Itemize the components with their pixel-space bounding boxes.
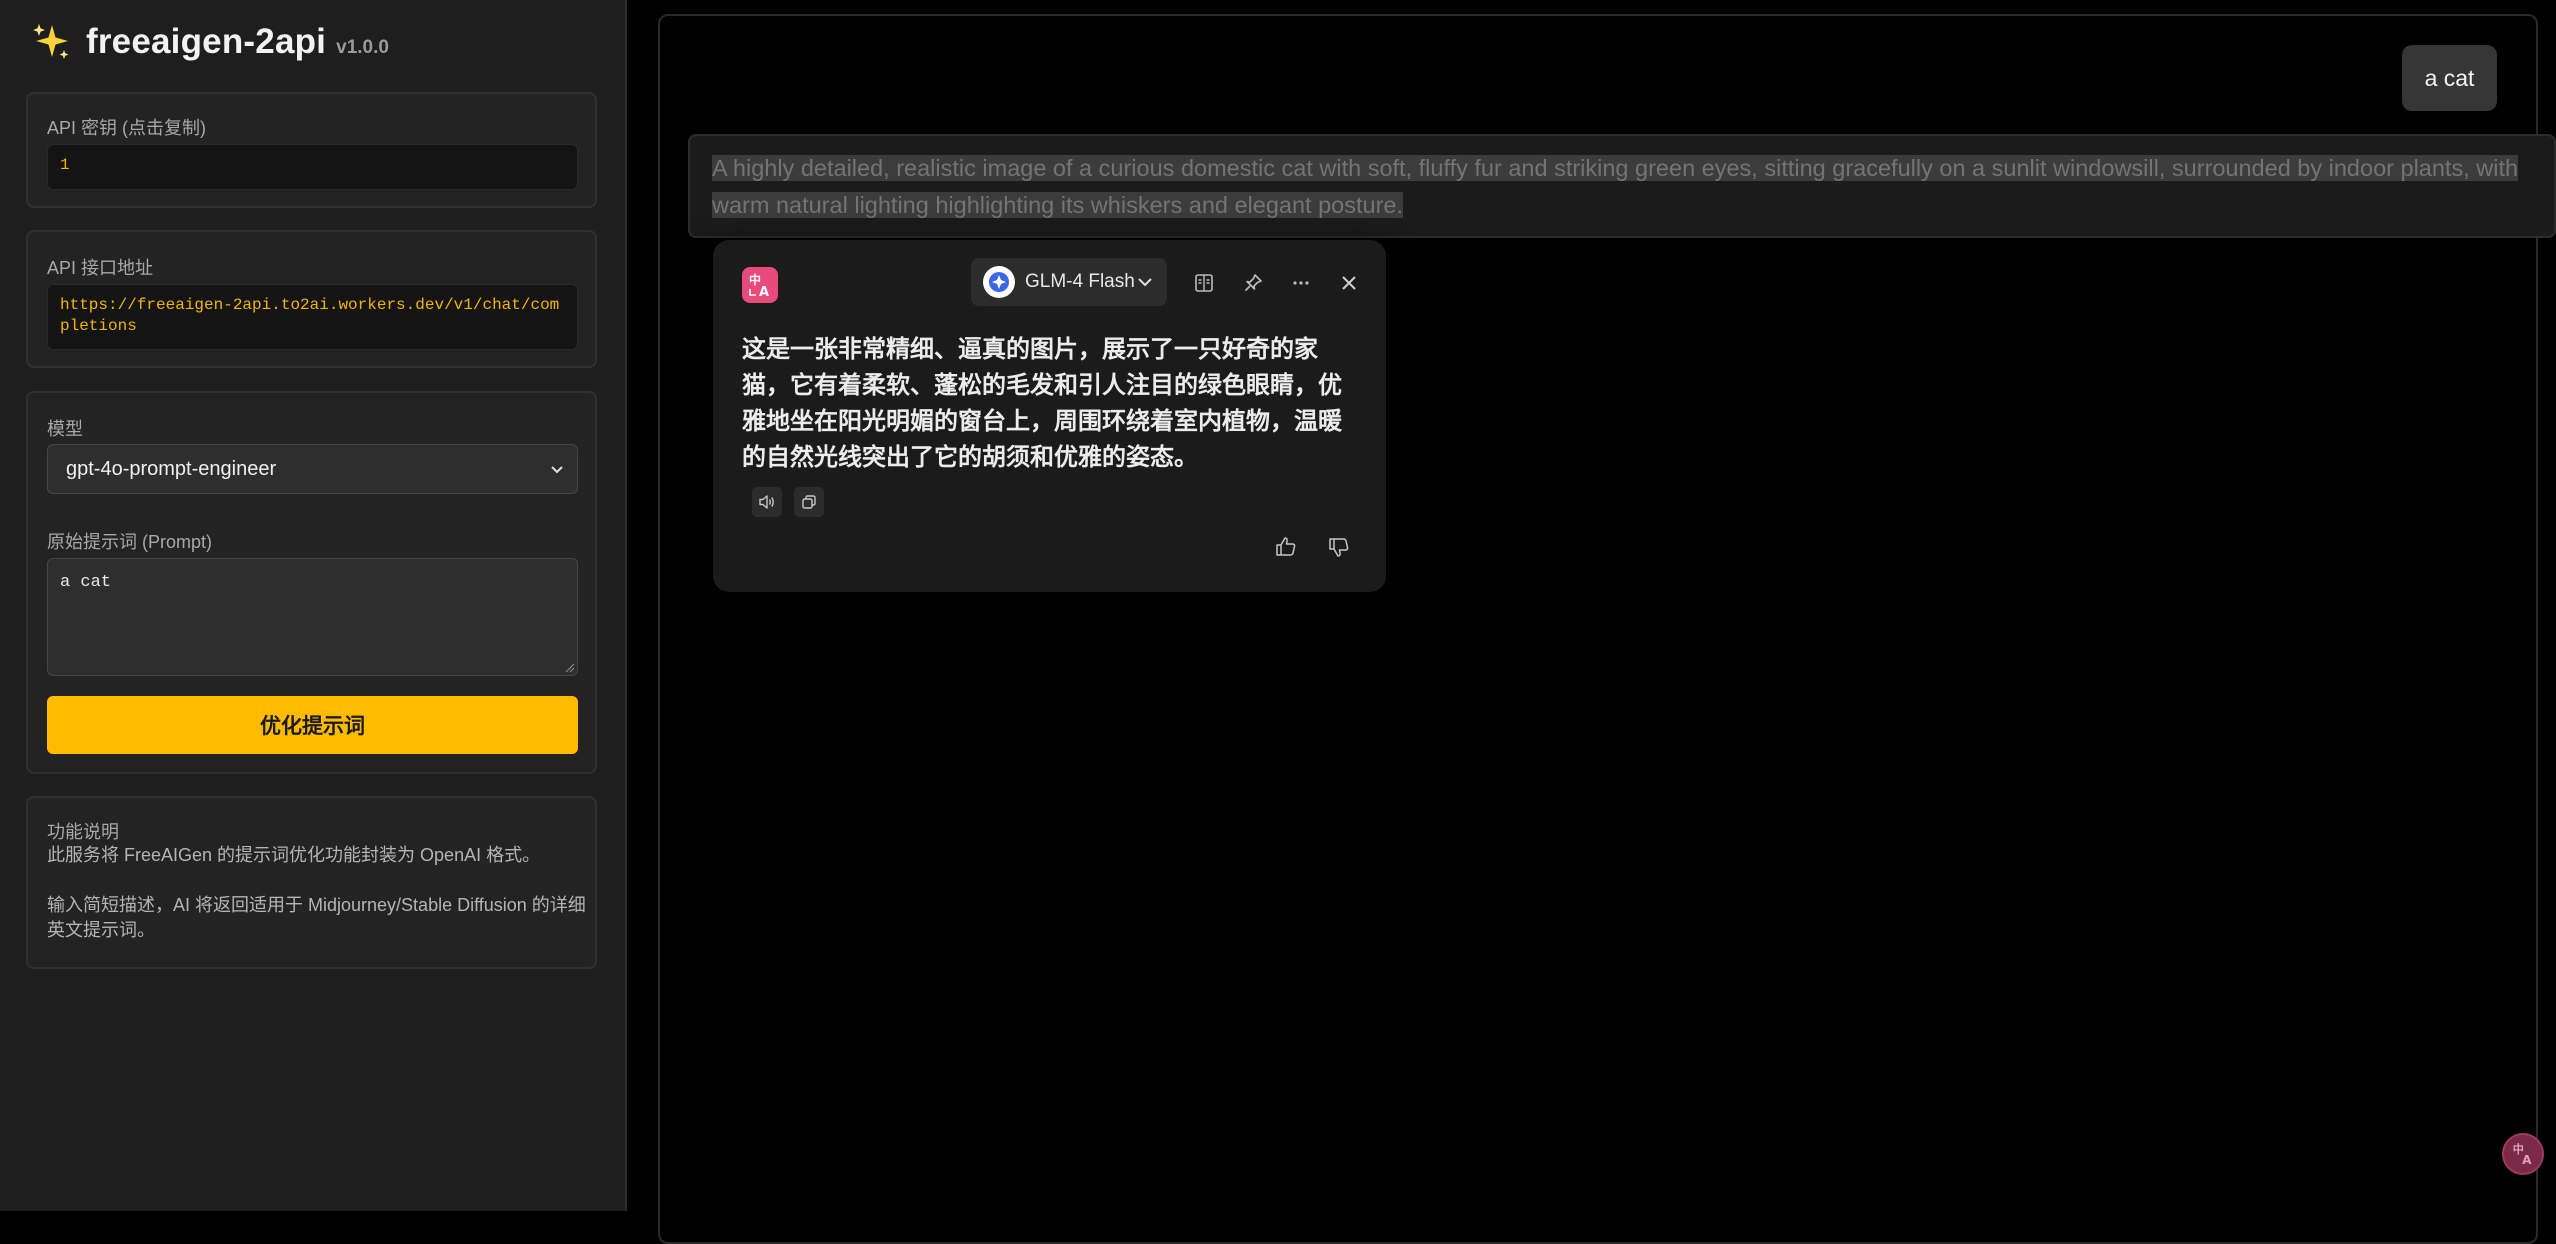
translate-icon: 中 A: [2513, 1142, 2532, 1167]
brand: freeaigen-2api v1.0.0: [30, 18, 389, 66]
model-select-value: gpt-4o-prompt-engineer: [66, 457, 277, 480]
prompt-textarea[interactable]: a cat: [47, 558, 578, 676]
generate-card: 模型 gpt-4o-prompt-engineer 原始提示词 (Prompt)…: [26, 391, 597, 774]
app-title: freeaigen-2api: [86, 22, 327, 61]
svg-text:A: A: [759, 285, 769, 299]
user-message-text: a cat: [2424, 64, 2475, 91]
chevron-down-icon: [1138, 278, 1152, 287]
assistant-message-text[interactable]: A highly detailed, realistic image of a …: [712, 150, 2556, 224]
speaker-icon[interactable]: [752, 487, 782, 517]
translation-popup: 中 A GLM-4 Flash 这是一张非常精细、逼真的图片，展示了一只好奇的家…: [713, 240, 1386, 592]
api-key-card: API 密钥 (点击复制) 1: [26, 92, 597, 208]
endpoint-label: API 接口地址: [47, 258, 154, 278]
resize-grip-icon[interactable]: [563, 661, 575, 673]
copy-icon[interactable]: [794, 487, 824, 517]
info-text-2: 输入简短描述，AI 将返回适用于 Midjourney/Stable Diffu…: [47, 895, 586, 940]
sparkles-icon: [33, 24, 69, 59]
translation-model-select[interactable]: GLM-4 Flash: [971, 258, 1167, 306]
optimize-prompt-button[interactable]: 优化提示词: [47, 696, 578, 754]
info-title: 功能说明: [47, 822, 119, 842]
endpoint-card: API 接口地址 https://freeaigen-2api.to2ai.wo…: [26, 230, 597, 368]
more-icon[interactable]: [1288, 270, 1314, 296]
translation-model-name: GLM-4 Flash: [1025, 271, 1135, 292]
endpoint-field[interactable]: https://freeaigen-2api.to2ai.workers.dev…: [47, 284, 578, 350]
glm-logo-icon: [983, 266, 1015, 298]
app-version: v1.0.0: [336, 37, 389, 58]
chevron-down-icon: [551, 466, 563, 474]
prompt-label: 原始提示词 (Prompt): [47, 532, 213, 552]
user-message-bubble: a cat: [2402, 45, 2497, 111]
sidebar: freeaigen-2api v1.0.0 API 密钥 (点击复制) 1 AP…: [0, 0, 627, 1211]
translate-icon: 中 A: [742, 267, 778, 303]
floating-translate-button[interactable]: 中 A: [2502, 1133, 2544, 1175]
thumbs-up-icon[interactable]: [1272, 533, 1300, 561]
close-icon[interactable]: [1336, 270, 1362, 296]
thumbs-down-icon[interactable]: [1325, 533, 1353, 561]
api-key-label: API 密钥 (点击复制): [47, 118, 207, 138]
pin-icon[interactable]: [1240, 270, 1266, 296]
translation-text: 这是一张非常精细、逼真的图片，展示了一只好奇的家猫，它有着柔软、蓬松的毛发和引人…: [742, 336, 1342, 471]
info-card: 功能说明 此服务将 FreeAIGen 的提示词优化功能封装为 OpenAI 格…: [26, 796, 597, 969]
prompt-value: a cat: [60, 573, 112, 592]
svg-text:A: A: [2522, 1153, 2532, 1167]
model-label: 模型: [47, 419, 83, 439]
model-select[interactable]: gpt-4o-prompt-engineer: [47, 444, 578, 494]
api-key-field[interactable]: 1: [47, 144, 578, 190]
info-text-1: 此服务将 FreeAIGen 的提示词优化功能封装为 OpenAI 格式。: [47, 845, 541, 865]
selected-text[interactable]: A highly detailed, realistic image of a …: [712, 155, 2519, 218]
split-view-icon[interactable]: [1191, 270, 1217, 296]
